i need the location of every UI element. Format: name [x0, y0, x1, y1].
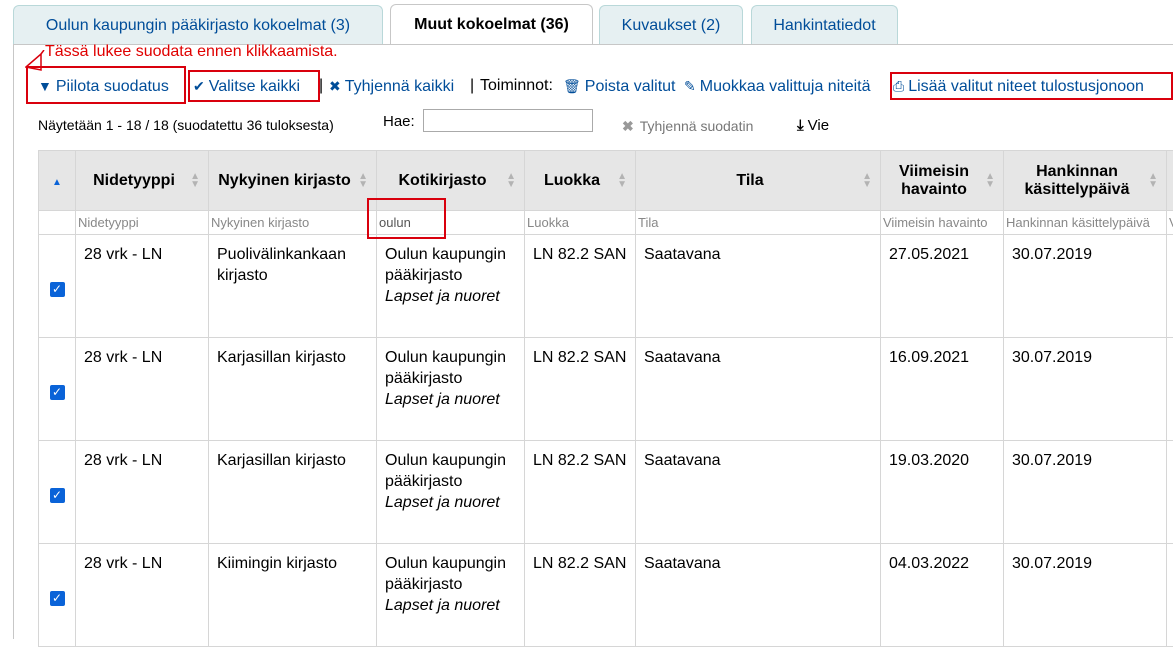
cell-call-number: LN 82.2 SAN	[525, 338, 636, 441]
toolbar-separator: |	[470, 76, 474, 96]
cell-status: Saatavana	[636, 544, 881, 647]
clear-all-link[interactable]: ✖Tyhjennä kaikki	[329, 76, 454, 97]
tab-other-collections[interactable]: Muut kokoelmat (36)	[390, 4, 593, 45]
column-header-call-number[interactable]: Luokka▲▼	[525, 151, 636, 211]
table-row: ✓ 28 vrk - LN Karjasillan kirjasto Oulun…	[39, 338, 1173, 441]
sort-icon: ▲▼	[506, 173, 516, 189]
tab-bar: Oulun kaupungin pääkirjasto kokoelmat (3…	[0, 0, 1173, 45]
filter-current-library[interactable]: Nykyinen kirjasto	[209, 211, 377, 235]
close-icon: ✖	[329, 78, 341, 94]
cell-current-library: Karjasillan kirjasto	[209, 441, 377, 544]
cell-home-library: Oulun kaupungin pääkirjastoLapset ja nuo…	[377, 544, 525, 647]
row-select-cell: ✓	[39, 544, 76, 647]
column-header-acquisition-date[interactable]: Hankinnan käsittelypäivä▲▼	[1004, 151, 1167, 211]
tab-descriptions[interactable]: Kuvaukset (2)	[599, 5, 743, 44]
panel-border	[13, 44, 14, 639]
table-row: ✓ 28 vrk - LN Karjasillan kirjasto Oulun…	[39, 441, 1173, 544]
filter-acquisition-date[interactable]: Hankinnan käsittelypäivä	[1004, 211, 1167, 235]
row-select-cell: ✓	[39, 338, 76, 441]
cell-home-library: Oulun kaupungin pääkirjastoLapset ja nuo…	[377, 235, 525, 338]
cell-more	[1167, 338, 1173, 441]
row-checkbox[interactable]: ✓	[50, 591, 65, 606]
shelving-location: Lapset ja nuoret	[385, 288, 500, 305]
column-header-current-library[interactable]: Nykyinen kirjasto▲▼	[209, 151, 377, 211]
sort-icon: ▲▼	[190, 173, 200, 189]
sort-icon: ▲▼	[985, 173, 995, 189]
delete-selected-link[interactable]: 🗑Poista valitut	[563, 76, 676, 97]
search-label: Hae:	[383, 113, 415, 130]
column-header-item-type[interactable]: Nidetyyppi▲▼	[76, 151, 209, 211]
cell-home-library: Oulun kaupungin pääkirjastoLapset ja nuo…	[377, 441, 525, 544]
column-header-select[interactable]: ▲	[39, 151, 76, 211]
filter-item-type[interactable]: Nidetyyppi	[76, 211, 209, 235]
cell-acquisition-date: 30.07.2019	[1004, 441, 1167, 544]
cell-acquisition-date: 30.07.2019	[1004, 338, 1167, 441]
cell-last-seen: 19.03.2020	[881, 441, 1004, 544]
sort-icon: ▲▼	[862, 173, 872, 189]
cell-acquisition-date: 30.07.2019	[1004, 235, 1167, 338]
column-header-last-seen[interactable]: Viimeisin havainto▲▼	[881, 151, 1004, 211]
cell-last-seen: 27.05.2021	[881, 235, 1004, 338]
table-row: ✓ 28 vrk - LN Kiimingin kirjasto Oulun k…	[39, 544, 1173, 647]
cell-item-type: 28 vrk - LN	[76, 544, 209, 647]
items-table: ▲ Nidetyyppi▲▼ Nykyinen kirjasto▲▼ Kotik…	[38, 150, 1173, 647]
cell-current-library: Karjasillan kirjasto	[209, 338, 377, 441]
cell-last-seen: 16.09.2021	[881, 338, 1004, 441]
sort-icon: ▲▼	[1148, 173, 1158, 189]
tab-acquisition-details[interactable]: Hankintatiedot	[751, 5, 898, 44]
table-row: ✓ 28 vrk - LN Puolivälinkankaan kirjasto…	[39, 235, 1173, 338]
row-checkbox[interactable]: ✓	[50, 282, 65, 297]
row-select-cell: ✓	[39, 441, 76, 544]
cell-current-library: Kiimingin kirjasto	[209, 544, 377, 647]
shelving-location: Lapset ja nuoret	[385, 494, 500, 511]
cell-more	[1167, 544, 1173, 647]
filter-call-number[interactable]: Luokka	[525, 211, 636, 235]
results-info: Näytetään 1 - 18 / 18 (suodatettu 36 tul…	[38, 117, 334, 133]
sort-icon: ▲▼	[358, 173, 368, 189]
edit-selected-link[interactable]: ✎Muokkaa valittuja niteitä	[684, 76, 871, 97]
cell-call-number: LN 82.2 SAN	[525, 235, 636, 338]
export-button[interactable]: ⤓Vie	[797, 117, 829, 134]
cell-call-number: LN 82.2 SAN	[525, 441, 636, 544]
cell-status: Saatavana	[636, 338, 881, 441]
cell-more	[1167, 235, 1173, 338]
close-icon: ✖	[622, 118, 634, 134]
cell-current-library: Puolivälinkankaan kirjasto	[209, 235, 377, 338]
cell-item-type: 28 vrk - LN	[76, 441, 209, 544]
filter-more[interactable]: V	[1167, 211, 1173, 235]
download-icon: ⤓	[797, 117, 804, 134]
actions-label: Toiminnot:	[480, 76, 553, 96]
filter-last-seen[interactable]: Viimeisin havainto	[881, 211, 1004, 235]
cell-item-type: 28 vrk - LN	[76, 338, 209, 441]
filter-cell	[39, 211, 76, 235]
column-header-status[interactable]: Tila▲▼	[636, 151, 881, 211]
highlight-box	[367, 198, 446, 239]
row-select-cell: ✓	[39, 235, 76, 338]
trash-icon: 🗑	[563, 78, 581, 94]
cell-acquisition-date: 30.07.2019	[1004, 544, 1167, 647]
cell-home-library: Oulun kaupungin pääkirjastoLapset ja nuo…	[377, 338, 525, 441]
sort-icon: ▲▼	[617, 173, 627, 189]
shelving-location: Lapset ja nuoret	[385, 597, 500, 614]
row-checkbox[interactable]: ✓	[50, 385, 65, 400]
search-input[interactable]	[423, 109, 593, 132]
row-checkbox[interactable]: ✓	[50, 488, 65, 503]
clear-filter-button[interactable]: ✖Tyhjennä suodatin	[622, 118, 753, 135]
highlight-box	[26, 66, 186, 104]
filter-status[interactable]: Tila	[636, 211, 881, 235]
cell-last-seen: 04.03.2022	[881, 544, 1004, 647]
sort-asc-icon: ▲	[52, 177, 62, 188]
cell-more	[1167, 441, 1173, 544]
cell-call-number: LN 82.2 SAN	[525, 544, 636, 647]
shelving-location: Lapset ja nuoret	[385, 391, 500, 408]
cell-status: Saatavana	[636, 441, 881, 544]
cell-item-type: 28 vrk - LN	[76, 235, 209, 338]
cell-status: Saatavana	[636, 235, 881, 338]
column-header-more[interactable]	[1167, 151, 1173, 211]
tab-main-library-collections[interactable]: Oulun kaupungin pääkirjasto kokoelmat (3…	[13, 5, 383, 44]
annotation-text: Tässä lukee suodata ennen klikkaamista.	[45, 43, 338, 61]
pencil-icon: ✎	[684, 78, 696, 94]
highlight-box	[188, 70, 320, 102]
highlight-box	[890, 72, 1173, 100]
